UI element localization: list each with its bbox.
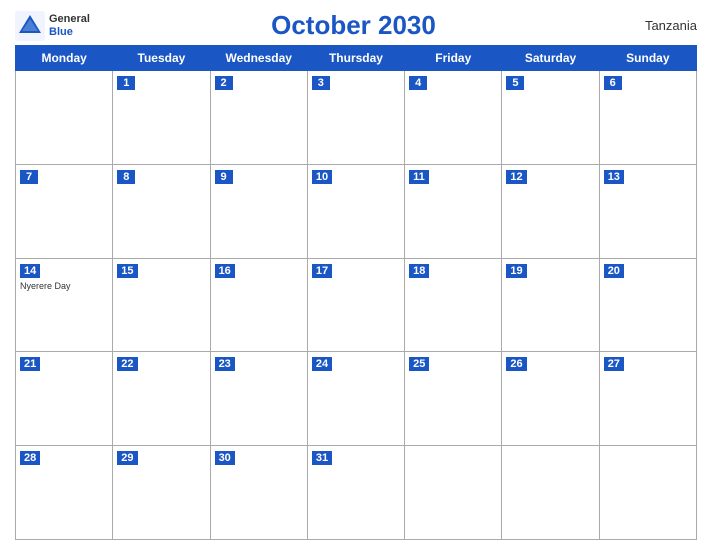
logo: General Blue: [15, 11, 90, 41]
day-number: 31: [312, 451, 332, 465]
logo-blue: Blue: [49, 26, 90, 38]
calendar-cell: 2: [210, 71, 307, 165]
calendar-cell: 13: [599, 164, 696, 258]
day-number: 16: [215, 264, 235, 278]
calendar-title: October 2030: [90, 10, 617, 41]
weekday-header-monday: Monday: [16, 46, 113, 71]
calendar-table: MondayTuesdayWednesdayThursdayFridaySatu…: [15, 45, 697, 540]
calendar-cell: [502, 446, 599, 540]
day-number: 5: [506, 76, 524, 90]
day-number: 8: [117, 170, 135, 184]
weekday-header-sunday: Sunday: [599, 46, 696, 71]
calendar-cell: 20: [599, 258, 696, 352]
day-number: 15: [117, 264, 137, 278]
calendar-cell: 25: [405, 352, 502, 446]
calendar-week-row: 1 2 3 4 5 6: [16, 71, 697, 165]
day-number: 23: [215, 357, 235, 371]
calendar-cell: 16: [210, 258, 307, 352]
calendar-cell: [405, 446, 502, 540]
calendar-body: 1234567891011121314Nyerere Day1516171819…: [16, 71, 697, 540]
day-number: 29: [117, 451, 137, 465]
calendar-cell: 28: [16, 446, 113, 540]
weekday-header-thursday: Thursday: [307, 46, 404, 71]
calendar-cell: 3: [307, 71, 404, 165]
logo-general: General: [49, 13, 90, 25]
calendar-cell: 9: [210, 164, 307, 258]
day-number: 25: [409, 357, 429, 371]
day-number: 14: [20, 264, 40, 278]
calendar-cell: 27: [599, 352, 696, 446]
day-number: 22: [117, 357, 137, 371]
calendar-cell: 1: [113, 71, 210, 165]
calendar-cell: [16, 71, 113, 165]
day-number: 18: [409, 264, 429, 278]
day-number: 17: [312, 264, 332, 278]
calendar-cell: 22: [113, 352, 210, 446]
calendar-cell: 11: [405, 164, 502, 258]
day-number: 1: [117, 76, 135, 90]
calendar-cell: 30: [210, 446, 307, 540]
calendar-cell: 21: [16, 352, 113, 446]
top-bar: General Blue October 2030 Tanzania: [15, 10, 697, 41]
holiday-label: Nyerere Day: [20, 281, 108, 291]
day-number: 11: [409, 170, 429, 184]
day-number: 19: [506, 264, 526, 278]
day-number: 13: [604, 170, 624, 184]
weekday-header-wednesday: Wednesday: [210, 46, 307, 71]
day-number: 30: [215, 451, 235, 465]
calendar-cell: 6: [599, 71, 696, 165]
day-number: 20: [604, 264, 624, 278]
calendar-cell: 8: [113, 164, 210, 258]
logo-icon: [15, 11, 45, 41]
calendar-cell: 24: [307, 352, 404, 446]
weekday-header-saturday: Saturday: [502, 46, 599, 71]
calendar-cell: 31: [307, 446, 404, 540]
day-number: 10: [312, 170, 332, 184]
calendar-week-row: 14 Nyerere Day 15 16 17 18 19 20: [16, 258, 697, 352]
calendar-cell: 17: [307, 258, 404, 352]
calendar-week-row: 21 22 23 24 25 26 27: [16, 352, 697, 446]
calendar-cell: 5: [502, 71, 599, 165]
calendar-cell: 10: [307, 164, 404, 258]
calendar-cell: 7: [16, 164, 113, 258]
calendar-cell: 4: [405, 71, 502, 165]
calendar-week-row: 28 29 30 31: [16, 446, 697, 540]
calendar-cell: 23: [210, 352, 307, 446]
day-number: 24: [312, 357, 332, 371]
calendar-cell: 29: [113, 446, 210, 540]
calendar-cell: 18: [405, 258, 502, 352]
calendar-cell: 12: [502, 164, 599, 258]
weekday-header-tuesday: Tuesday: [113, 46, 210, 71]
day-number: 21: [20, 357, 40, 371]
day-number: 12: [506, 170, 526, 184]
calendar-week-row: 7 8 9 10 11 12 13: [16, 164, 697, 258]
day-number: 27: [604, 357, 624, 371]
weekday-header-row: MondayTuesdayWednesdayThursdayFridaySatu…: [16, 46, 697, 71]
calendar-cell: 14 Nyerere Day: [16, 258, 113, 352]
day-number: 6: [604, 76, 622, 90]
day-number: 3: [312, 76, 330, 90]
day-number: 4: [409, 76, 427, 90]
day-number: 7: [20, 170, 38, 184]
calendar-cell: 26: [502, 352, 599, 446]
calendar-cell: [599, 446, 696, 540]
day-number: 28: [20, 451, 40, 465]
calendar-cell: 15: [113, 258, 210, 352]
country-name: Tanzania: [617, 18, 697, 33]
calendar-cell: 19: [502, 258, 599, 352]
weekday-header-friday: Friday: [405, 46, 502, 71]
logo-text: General Blue: [49, 13, 90, 37]
day-number: 2: [215, 76, 233, 90]
day-number: 26: [506, 357, 526, 371]
day-number: 9: [215, 170, 233, 184]
